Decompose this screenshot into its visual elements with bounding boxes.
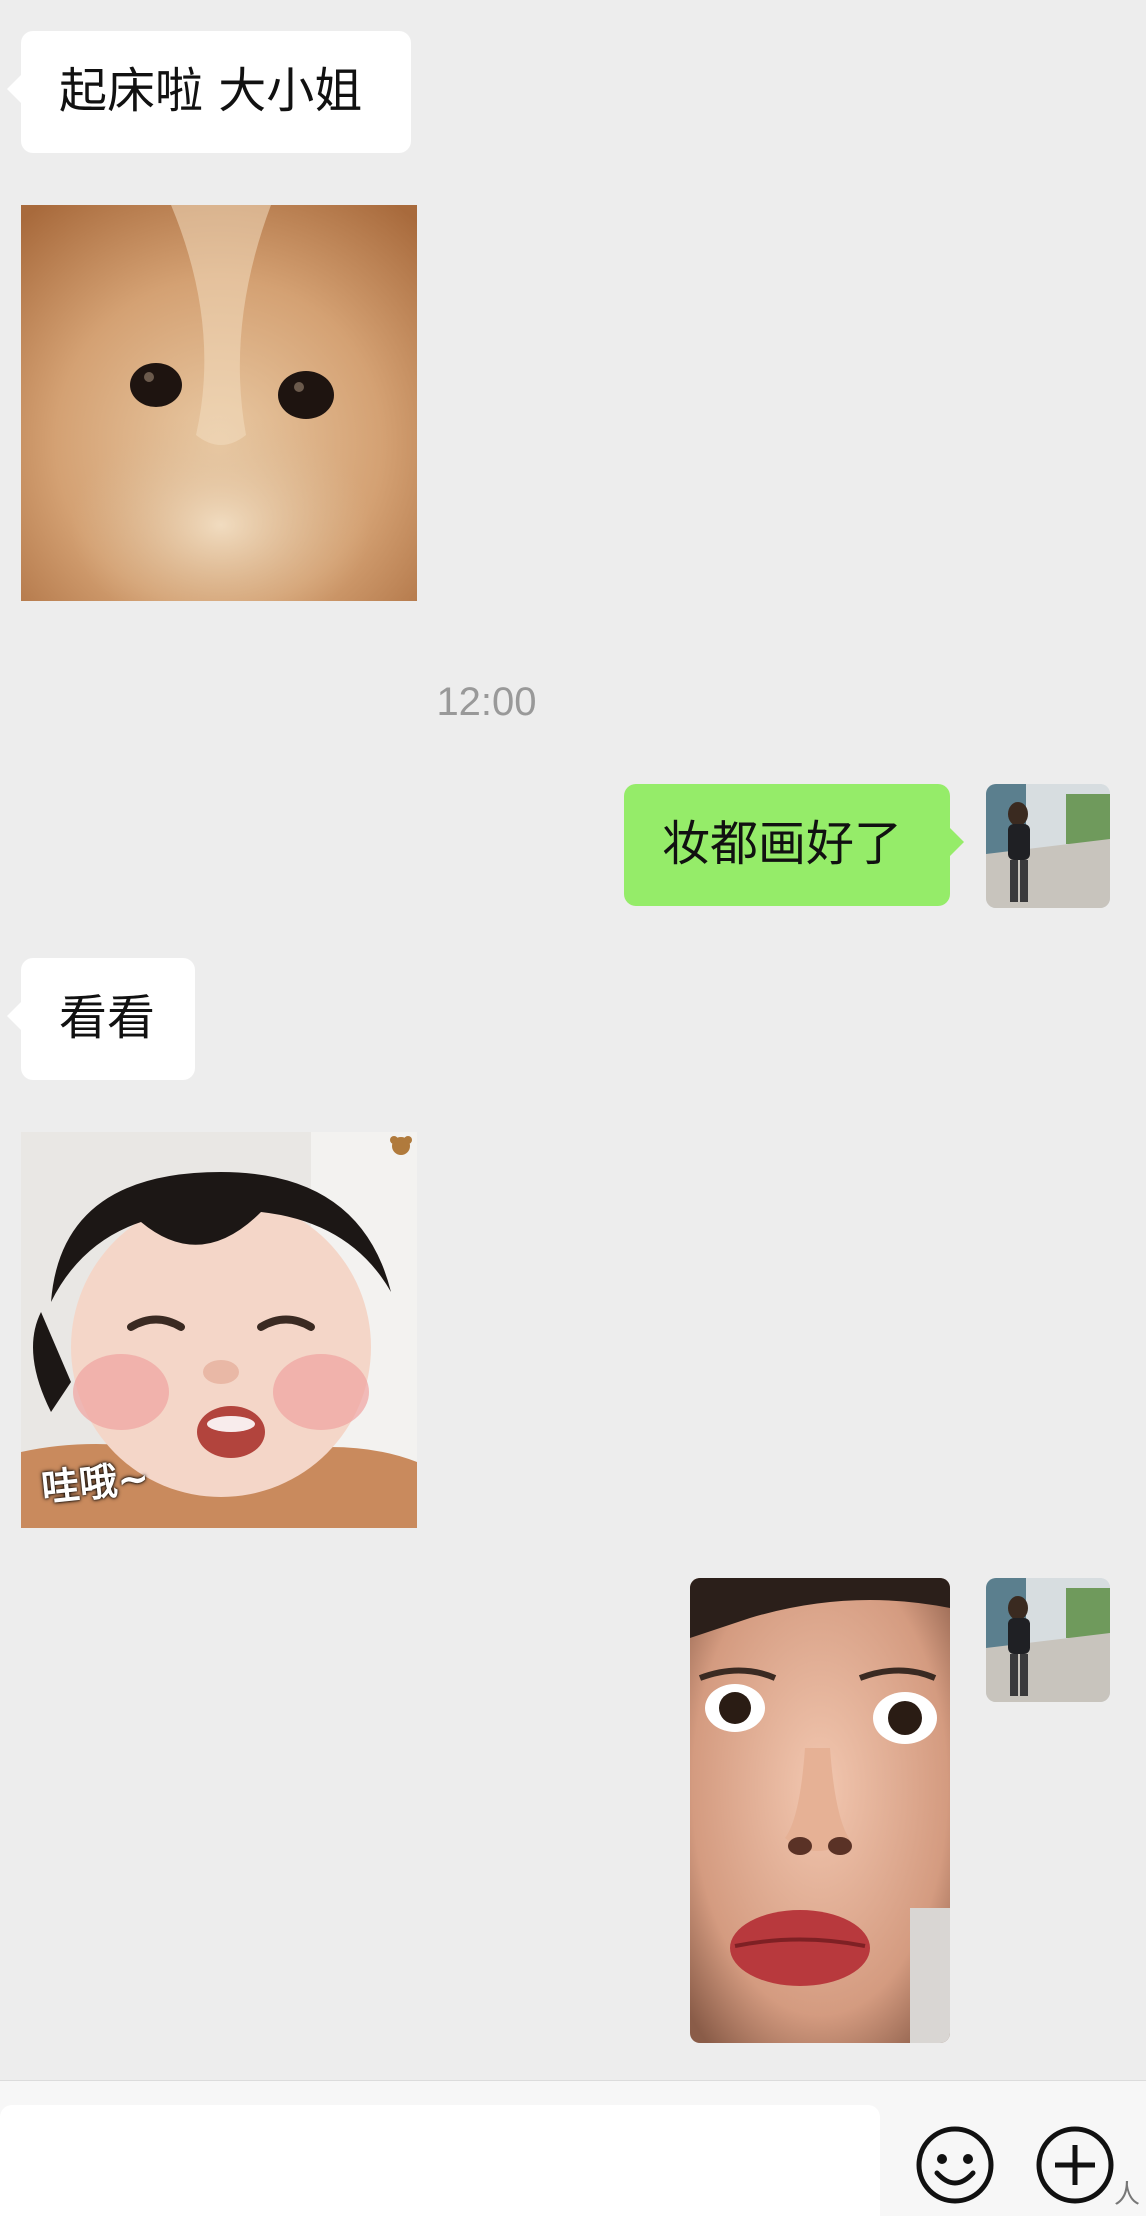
message-input[interactable] bbox=[0, 2105, 880, 2216]
incoming-message-bubble[interactable]: 起床啦 大小姐 bbox=[7, 31, 411, 153]
message-text: 起床啦 大小姐 bbox=[59, 63, 363, 119]
pouting-face-selfie[interactable] bbox=[690, 1578, 950, 2043]
avatar-image bbox=[986, 1578, 1110, 1702]
outgoing-message-bubble[interactable]: 妆都画好了 bbox=[624, 784, 964, 906]
message-text: 妆都画好了 bbox=[662, 816, 903, 872]
watermark: 人 bbox=[1113, 2180, 1140, 2210]
message-text: 看看 bbox=[59, 990, 156, 1046]
baby-face-sticker[interactable]: 哇哦~ bbox=[21, 1132, 417, 1528]
dog-face-image bbox=[21, 205, 417, 601]
dog-closeup-sticker[interactable] bbox=[21, 205, 417, 601]
selfie-image bbox=[690, 1578, 950, 2043]
my-avatar[interactable] bbox=[986, 784, 1110, 908]
avatar-image bbox=[986, 784, 1110, 908]
input-bar: 人 bbox=[0, 2080, 1146, 2216]
sticker-caption: 哇哦~ bbox=[39, 1455, 152, 1511]
chat-screen: 起床啦 大小姐 12:00 妆都画好了 看看 哇哦~ 人 bbox=[0, 0, 1146, 2216]
my-avatar[interactable] bbox=[986, 1578, 1110, 1702]
plus-circle-icon[interactable] bbox=[1035, 2125, 1115, 2205]
message-timestamp: 12:00 bbox=[436, 680, 537, 724]
emoji-icon[interactable] bbox=[915, 2125, 995, 2205]
incoming-message-bubble[interactable]: 看看 bbox=[7, 958, 195, 1080]
